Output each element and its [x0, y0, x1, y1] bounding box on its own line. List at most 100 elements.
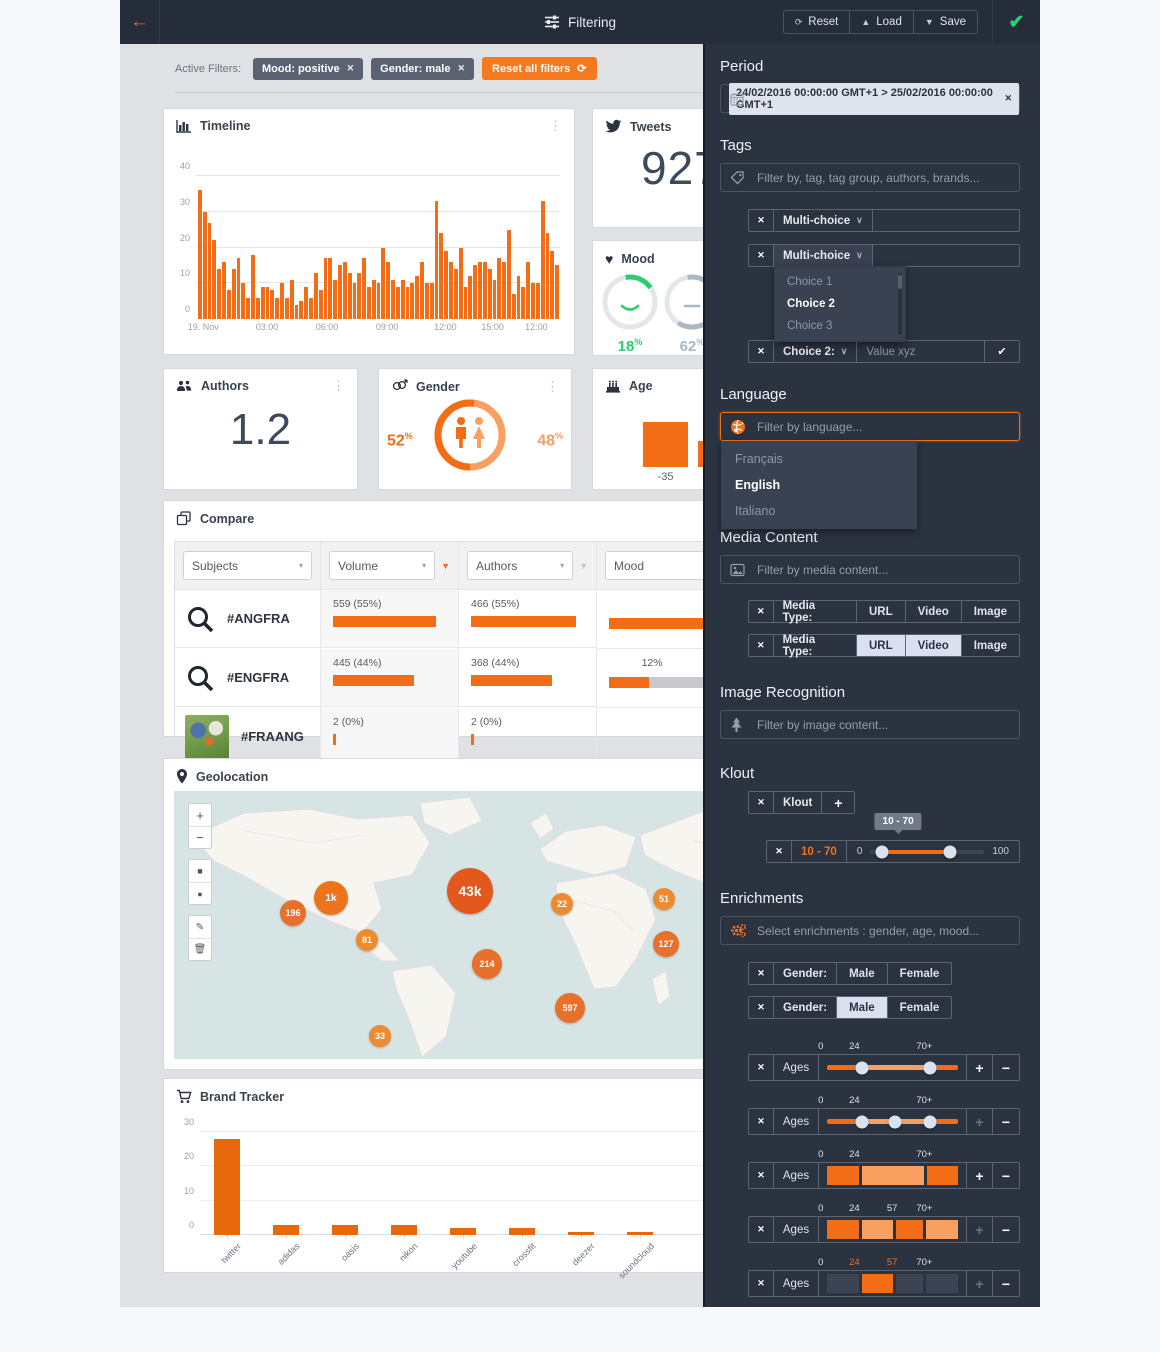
timeline-bar[interactable]: [517, 276, 521, 319]
timeline-bar[interactable]: [198, 190, 202, 319]
period-value-chip[interactable]: 24/02/2016 00:00:00 GMT+1 > 25/02/2016 0…: [729, 83, 1019, 115]
column-select-volume[interactable]: Volume▾: [329, 551, 435, 580]
filter-chip-gender[interactable]: Gender: male✕: [371, 58, 474, 80]
circle-select-button[interactable]: ●: [189, 882, 211, 904]
timeline-bar[interactable]: [295, 305, 299, 319]
enrichments-input[interactable]: [755, 923, 1019, 939]
timeline-bar[interactable]: [449, 262, 453, 319]
timeline-bar[interactable]: [415, 276, 419, 319]
timeline-bar[interactable]: [464, 287, 468, 319]
slider-handle[interactable]: [924, 1115, 937, 1128]
timeline-bar[interactable]: [497, 258, 501, 319]
toggle-button-video[interactable]: Video: [906, 635, 962, 656]
filter-chip-mood[interactable]: Mood: positive✕: [253, 58, 363, 80]
card-menu-button[interactable]: ⋮: [332, 381, 345, 391]
timeline-bar[interactable]: [386, 262, 390, 319]
timeline-bar[interactable]: [430, 283, 434, 319]
timeline-bar[interactable]: [328, 258, 332, 319]
dropdown-option[interactable]: Choice 1: [775, 271, 905, 293]
timeline-bar[interactable]: [381, 248, 385, 319]
timeline-bar[interactable]: [338, 265, 342, 319]
timeline-bar[interactable]: [217, 269, 221, 319]
timeline-bar[interactable]: [275, 298, 279, 319]
remove-rule-button[interactable]: ✕: [749, 1217, 774, 1242]
timeline-bar[interactable]: [507, 230, 511, 319]
add-range-button[interactable]: +: [967, 1217, 993, 1242]
timeline-bar[interactable]: [251, 255, 255, 319]
toggle-button-video[interactable]: Video: [906, 601, 962, 622]
brand-bar-crossfit[interactable]: [509, 1228, 535, 1235]
ages-slider[interactable]: [819, 1217, 967, 1242]
remove-rule-button[interactable]: ✕: [749, 210, 774, 231]
remove-rule-button[interactable]: ✕: [749, 963, 774, 984]
timeline-bar[interactable]: [246, 298, 250, 319]
dropdown-option[interactable]: Choice 3: [775, 315, 905, 337]
map-marker-43k[interactable]: 43k: [447, 868, 493, 914]
timeline-bar[interactable]: [478, 262, 482, 319]
slider-handle[interactable]: [856, 1115, 869, 1128]
toggle-button-image[interactable]: Image: [962, 635, 1019, 656]
timeline-bar[interactable]: [304, 287, 308, 319]
timeline-bar[interactable]: [488, 269, 492, 319]
choice2-dropdown[interactable]: Choice 2:∨: [774, 341, 857, 362]
confirm-value-button[interactable]: ✔: [985, 341, 1019, 362]
age-segment[interactable]: [827, 1274, 859, 1293]
timeline-bar[interactable]: [439, 233, 443, 319]
dropdown-option[interactable]: Choice 2: [775, 293, 905, 315]
timeline-bar[interactable]: [343, 262, 347, 319]
image-recognition-input[interactable]: [755, 717, 1019, 733]
timeline-bar[interactable]: [324, 258, 328, 319]
remove-rule-button[interactable]: ✕: [749, 1109, 774, 1134]
brand-bar-adidas[interactable]: [273, 1225, 299, 1235]
slider-track[interactable]: [870, 850, 984, 854]
timeline-bar[interactable]: [232, 269, 236, 319]
remove-range-button[interactable]: −: [993, 1163, 1019, 1188]
brand-bar-oasis[interactable]: [332, 1225, 358, 1235]
slider-handle-low[interactable]: [875, 845, 888, 858]
timeline-bar[interactable]: [526, 262, 530, 319]
language-search-input[interactable]: [755, 419, 1019, 435]
language-option[interactable]: Italiano: [721, 498, 917, 524]
tags-search-input[interactable]: [755, 170, 1019, 186]
timeline-bar[interactable]: [541, 201, 545, 319]
multi-choice-dropdown-open[interactable]: Multi-choice∨: [774, 245, 873, 266]
reset-all-filters-button[interactable]: Reset all filters⟳: [482, 57, 596, 80]
ages-slider[interactable]: [819, 1055, 967, 1080]
age-segment[interactable]: [827, 1166, 859, 1185]
apply-filters-button[interactable]: ✔: [992, 0, 1040, 44]
media-search-input[interactable]: [755, 562, 1019, 578]
language-option[interactable]: English: [721, 472, 917, 498]
timeline-bar[interactable]: [357, 273, 361, 319]
timeline-bar[interactable]: [391, 280, 395, 319]
close-icon[interactable]: ✕: [1004, 93, 1012, 104]
remove-rule-button[interactable]: ✕: [749, 341, 774, 362]
timeline-bar[interactable]: [256, 298, 260, 319]
timeline-bar[interactable]: [372, 280, 376, 319]
timeline-bar[interactable]: [493, 280, 497, 319]
timeline-bar[interactable]: [502, 262, 506, 319]
choice2-value-input[interactable]: Value xyz: [857, 341, 985, 362]
multi-choice-dropdown[interactable]: Multi-choice∨: [774, 210, 873, 231]
column-select-subjects[interactable]: Subjects▾: [183, 551, 312, 580]
rectangle-select-button[interactable]: ■: [189, 860, 211, 882]
age-bar[interactable]: [643, 422, 688, 467]
slider-handle[interactable]: [924, 1061, 937, 1074]
toggle-button-female[interactable]: Female: [888, 963, 952, 984]
age-segment[interactable]: [896, 1274, 923, 1293]
age-segment[interactable]: [862, 1220, 894, 1239]
language-option[interactable]: Français: [721, 446, 917, 472]
save-button[interactable]: ▼Save: [913, 11, 977, 33]
timeline-bar[interactable]: [227, 290, 231, 319]
add-range-button[interactable]: +: [967, 1271, 993, 1296]
zoom-in-button[interactable]: +: [189, 804, 211, 826]
slider-handle[interactable]: [856, 1061, 869, 1074]
map-marker-33[interactable]: 33: [369, 1025, 391, 1047]
reset-button[interactable]: ⟳Reset: [784, 11, 850, 33]
timeline-bar[interactable]: [362, 258, 366, 319]
timeline-bar[interactable]: [353, 283, 357, 319]
map-marker-196[interactable]: 196: [280, 900, 306, 926]
ages-slider[interactable]: [819, 1109, 967, 1134]
slider-handle[interactable]: [889, 1115, 902, 1128]
timeline-bar[interactable]: [266, 287, 270, 319]
timeline-bar[interactable]: [237, 258, 241, 319]
